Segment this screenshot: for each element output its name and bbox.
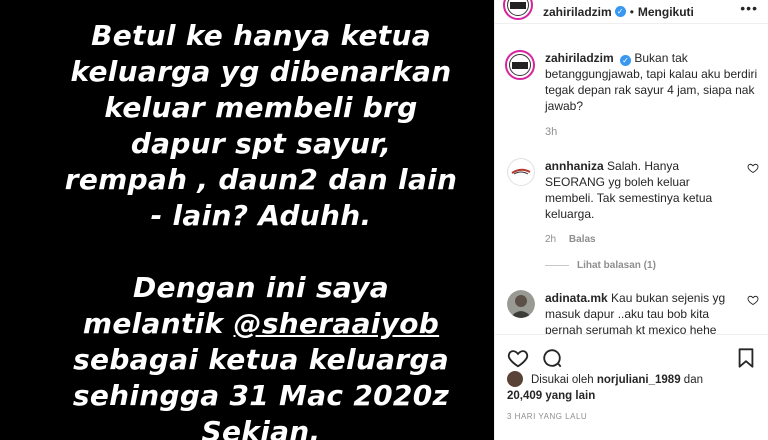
post-actions-bar [495,334,768,368]
brand-logo-icon [509,54,531,76]
liked-by: Disukai oleh norjuliani_1989 dan 20,409 … [507,371,760,404]
instagram-post-view: Betul ke hanya ketua keluarga yg dibenar… [0,0,768,440]
post-image-text: Betul ke hanya ketua keluarga yg dibenar… [36,18,486,440]
comment-bubble-icon[interactable] [541,347,563,369]
verified-badge-icon: ✓ [620,55,632,66]
caption-username[interactable]: zahiriladzim [545,51,614,65]
post-line: keluarga yg dibenarkan [70,55,452,88]
comment-time[interactable]: 2h [545,234,556,245]
likes-count-button[interactable]: 20,409 yang lain [507,390,595,402]
brand-logo-icon [507,0,529,16]
post-line: melantik @sheraaiyob [36,306,486,342]
caption-author-avatar[interactable] [505,50,535,80]
like-comment-heart-icon[interactable] [747,162,759,174]
post-caption: zahiriladzim ✓ Bukan tak betanggungjawab… [505,50,761,138]
comment-body: adinata.mk Kau bukan sejenis yg masuk da… [545,290,737,334]
reply-button[interactable]: Balas [569,234,596,245]
author-avatar[interactable] [503,0,533,20]
author-username[interactable]: zahiriladzim [543,5,612,19]
header-separator: • [629,4,634,19]
liked-by-conj: dan [683,374,703,386]
commenter-avatar[interactable] [507,290,535,318]
liked-by-username[interactable]: norjuliani_1989 [597,374,681,386]
caption-time[interactable]: 3h [545,126,761,138]
post-line-prefix: melantik [82,307,234,340]
comment-item: annhaniza Salah. Hanya SEORANG yg boleh … [507,158,759,245]
post-timestamp[interactable]: 3 HARI YANG LALU [507,412,587,421]
like-heart-icon[interactable] [507,347,529,369]
more-options-icon[interactable]: ••• [740,0,758,16]
caption-body: zahiriladzim ✓ Bukan tak betanggungjawab… [545,50,761,114]
post-line: Betul ke hanya ketua [91,19,431,52]
view-replies-line [545,265,569,266]
commenter-avatar[interactable] [507,158,535,186]
post-line: dapur spt sayur, [130,127,392,160]
like-comment-heart-icon[interactable] [747,294,759,306]
comment-username[interactable]: adinata.mk [545,291,608,305]
bookmark-icon[interactable] [735,347,757,369]
post-line: rempah , daun2 dan lain [64,163,458,196]
post-paragraph-gap [36,234,486,270]
comment-meta: 2h Balas [545,234,759,245]
comment-item: adinata.mk Kau bukan sejenis yg masuk da… [507,290,759,334]
comment-body: annhaniza Salah. Hanya SEORANG yg boleh … [545,158,737,222]
post-mention: @sheraaiyob [233,307,440,340]
post-line: keluar membeli brg [104,91,418,124]
liked-user-avatar[interactable] [507,371,523,387]
post-header: zahiriladzim ✓ • Mengikuti ••• [495,0,768,24]
view-replies-button[interactable]: Lihat balasan (1) [545,260,656,271]
post-line: sehingga 31 Mac 2020z [72,379,450,412]
post-line: sebagai ketua keluarga [73,343,449,376]
view-replies-label: Lihat balasan (1) [577,260,656,271]
post-line: - lain? Aduhh. [150,199,372,232]
post-line: Sekian. [201,415,321,440]
header-meta: zahiriladzim ✓ • Mengikuti [543,5,694,19]
following-button[interactable]: Mengikuti [638,5,694,19]
post-image[interactable]: Betul ke hanya ketua keluarga yg dibenar… [0,0,494,440]
post-side-panel: zahiriladzim ✓ • Mengikuti ••• zahirilad… [494,0,768,440]
comments-list[interactable]: zahiriladzim ✓ Bukan tak betanggungjawab… [495,24,768,334]
verified-badge-icon: ✓ [614,6,626,17]
liked-by-prefix: Disukai oleh [531,374,594,386]
post-line: Dengan ini saya [132,271,389,304]
comment-username[interactable]: annhaniza [545,159,604,173]
